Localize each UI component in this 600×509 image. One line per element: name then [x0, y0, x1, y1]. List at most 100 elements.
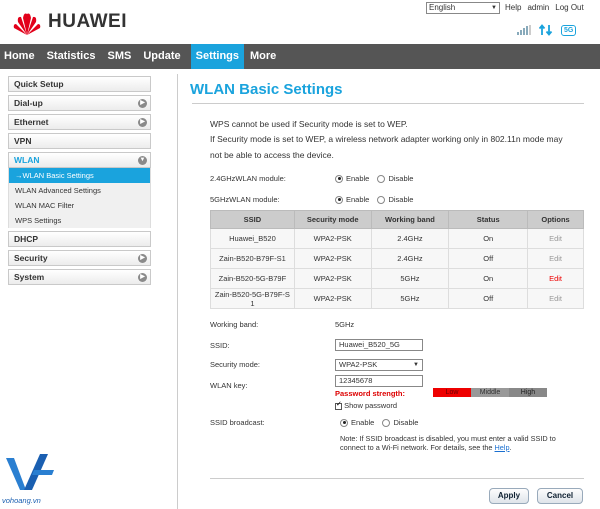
- security-mode-value: WPA2-PSK: [339, 360, 378, 369]
- active-arrow-icon: →: [15, 171, 23, 180]
- cancel-button[interactable]: Cancel: [537, 488, 583, 504]
- edit-link[interactable]: Edit: [527, 228, 584, 249]
- column-header: SSID: [210, 210, 295, 229]
- help-link[interactable]: Help: [495, 443, 510, 452]
- module24-label: 2.4GHzWLAN module:: [210, 174, 286, 183]
- module5-disable-radio[interactable]: Disable: [377, 195, 413, 204]
- note-text: connect to a Wi-Fi network. For details,…: [340, 443, 495, 452]
- password-strength-meter: Low Middle High: [433, 388, 547, 397]
- language-select[interactable]: English ▼: [426, 2, 500, 14]
- module24-enable-radio[interactable]: Enable: [335, 174, 369, 183]
- ssid-broadcast-label: SSID broadcast:: [210, 418, 265, 427]
- note-end: .: [509, 443, 512, 452]
- huawei-logo-icon: [13, 13, 41, 35]
- checkbox-checked-icon: [335, 400, 342, 410]
- working-band-label: Working band:: [210, 320, 259, 329]
- nav-home[interactable]: Home: [0, 44, 41, 69]
- ssid-table: SSID Security mode Working band Status Optio…: [210, 210, 584, 309]
- module24-radio-group: Enable Disable: [335, 174, 419, 185]
- sidebar-subitem-wlan-advanced[interactable]: WLAN Advanced Settings: [8, 183, 151, 198]
- edit-link[interactable]: Edit: [527, 268, 584, 289]
- apply-button[interactable]: Apply: [489, 488, 529, 504]
- wlan-key-input[interactable]: 12345678: [335, 375, 423, 387]
- data-transfer-icon: [539, 24, 553, 36]
- checkbox-label: Show password: [344, 401, 398, 410]
- edit-link[interactable]: Edit: [527, 288, 584, 309]
- ssid-input[interactable]: Huawei_B520_5G: [335, 339, 423, 351]
- watermark-logo-icon: [6, 454, 54, 490]
- language-value: English: [429, 3, 456, 12]
- footer-divider: [210, 478, 584, 479]
- broadcast-disable-radio[interactable]: Disable: [382, 418, 418, 427]
- sidebar-item-quick-setup[interactable]: Quick Setup: [8, 76, 151, 92]
- sidebar-item-dialup[interactable]: Dial-up ▶: [8, 95, 151, 111]
- admin-label: admin: [527, 3, 550, 12]
- sidebar-item-vpn[interactable]: VPN: [8, 133, 151, 149]
- sidebar-item-wlan[interactable]: WLAN ▼: [8, 152, 151, 168]
- sidebar-item-label: Dial-up: [14, 98, 43, 108]
- sidebar-item-dhcp[interactable]: DHCP: [8, 231, 151, 247]
- table-cell: Off: [448, 288, 529, 309]
- working-band-value: 5GHz: [335, 320, 355, 329]
- chevron-right-icon: ▶: [138, 118, 147, 127]
- sidebar-item-label: System: [14, 272, 45, 282]
- radio-label: Disable: [388, 174, 414, 183]
- password-strength-label: Password strength:: [335, 389, 406, 398]
- nav-sms[interactable]: SMS: [101, 44, 137, 69]
- module24-disable-radio[interactable]: Disable: [377, 174, 413, 183]
- strength-high: High: [509, 388, 547, 397]
- module5-enable-radio[interactable]: Enable: [335, 195, 369, 204]
- column-header: Options: [527, 210, 584, 229]
- sidebar-item-label: Ethernet: [14, 117, 49, 127]
- chevron-right-icon: ▶: [138, 254, 147, 263]
- warning-line-1: WPS cannot be used if Security mode is s…: [210, 119, 408, 129]
- ssid-broadcast-radio-group: Enable Disable: [340, 418, 424, 429]
- network-type-badge: 5G: [561, 24, 577, 36]
- table-cell: Zain-B520-5G-B79F: [210, 268, 295, 289]
- sidebar-subitem-wlan-basic[interactable]: →WLAN Basic Settings: [8, 168, 151, 183]
- radio-checked-icon: [335, 195, 343, 204]
- nav-more[interactable]: More: [244, 44, 282, 69]
- module5-label: 5GHzWLAN module:: [210, 195, 280, 204]
- nav-settings[interactable]: Settings: [190, 44, 245, 69]
- logout-link[interactable]: Log Out: [555, 2, 583, 14]
- sidebar-item-system[interactable]: System ▶: [8, 269, 151, 285]
- chevron-right-icon: ▶: [138, 99, 147, 108]
- table-cell: Off: [448, 248, 529, 269]
- table-row: Zain-B520-5G-B79F-S 1 WPA2-PSK 5GHz Off Edit: [210, 288, 584, 309]
- table-cell: 2.4GHz: [370, 248, 450, 269]
- chevron-right-icon: ▶: [138, 273, 147, 282]
- radio-unchecked-icon: [377, 195, 386, 204]
- help-link[interactable]: Help: [505, 2, 521, 14]
- table-cell: 2.4GHz: [370, 228, 450, 249]
- radio-checked-icon: [335, 174, 343, 183]
- sidebar-item-ethernet[interactable]: Ethernet ▶: [8, 114, 151, 130]
- sidebar-item-label: WLAN: [14, 155, 40, 165]
- chevron-down-icon: ▼: [138, 156, 147, 165]
- table-cell: WPA2-PSK: [293, 268, 372, 289]
- note-line-1: Note: If SSID broadcast is disabled, you…: [340, 434, 556, 443]
- radio-checked-icon: [340, 418, 348, 427]
- table-cell: On: [448, 228, 529, 249]
- security-mode-select[interactable]: WPA2-PSK ▼: [335, 359, 423, 371]
- nav-statistics[interactable]: Statistics: [41, 44, 102, 69]
- edit-link[interactable]: Edit: [527, 248, 584, 269]
- show-password-checkbox[interactable]: Show password: [335, 400, 398, 410]
- nav-update[interactable]: Update: [137, 44, 186, 69]
- table-cell: WPA2-PSK: [293, 248, 372, 269]
- sidebar-subitem-wlan-mac-filter[interactable]: WLAN MAC Filter: [8, 198, 151, 213]
- radio-label: Enable: [351, 418, 375, 427]
- module5-radio-group: Enable Disable: [335, 195, 419, 206]
- sidebar-item-label: DHCP: [14, 234, 39, 244]
- sidebar-item-security[interactable]: Security ▶: [8, 250, 151, 266]
- table-cell: Huawei_B520: [210, 228, 295, 249]
- table-cell: 5GHz: [370, 288, 450, 309]
- note-line-2: connect to a Wi-Fi network. For details,…: [340, 443, 590, 452]
- sidebar-subitem-wps[interactable]: WPS Settings: [8, 213, 151, 228]
- signal-strength-icon: [517, 25, 531, 35]
- broadcast-enable-radio[interactable]: Enable: [340, 418, 374, 427]
- table-row: Zain-B520-5G-B79F WPA2-PSK 5GHz On Edit: [210, 268, 584, 289]
- security-mode-label: Security mode:: [210, 360, 261, 369]
- broadcast-note: Note: If SSID broadcast is disabled, you…: [340, 434, 590, 452]
- warning-line-3: not be able to access the device.: [210, 150, 334, 160]
